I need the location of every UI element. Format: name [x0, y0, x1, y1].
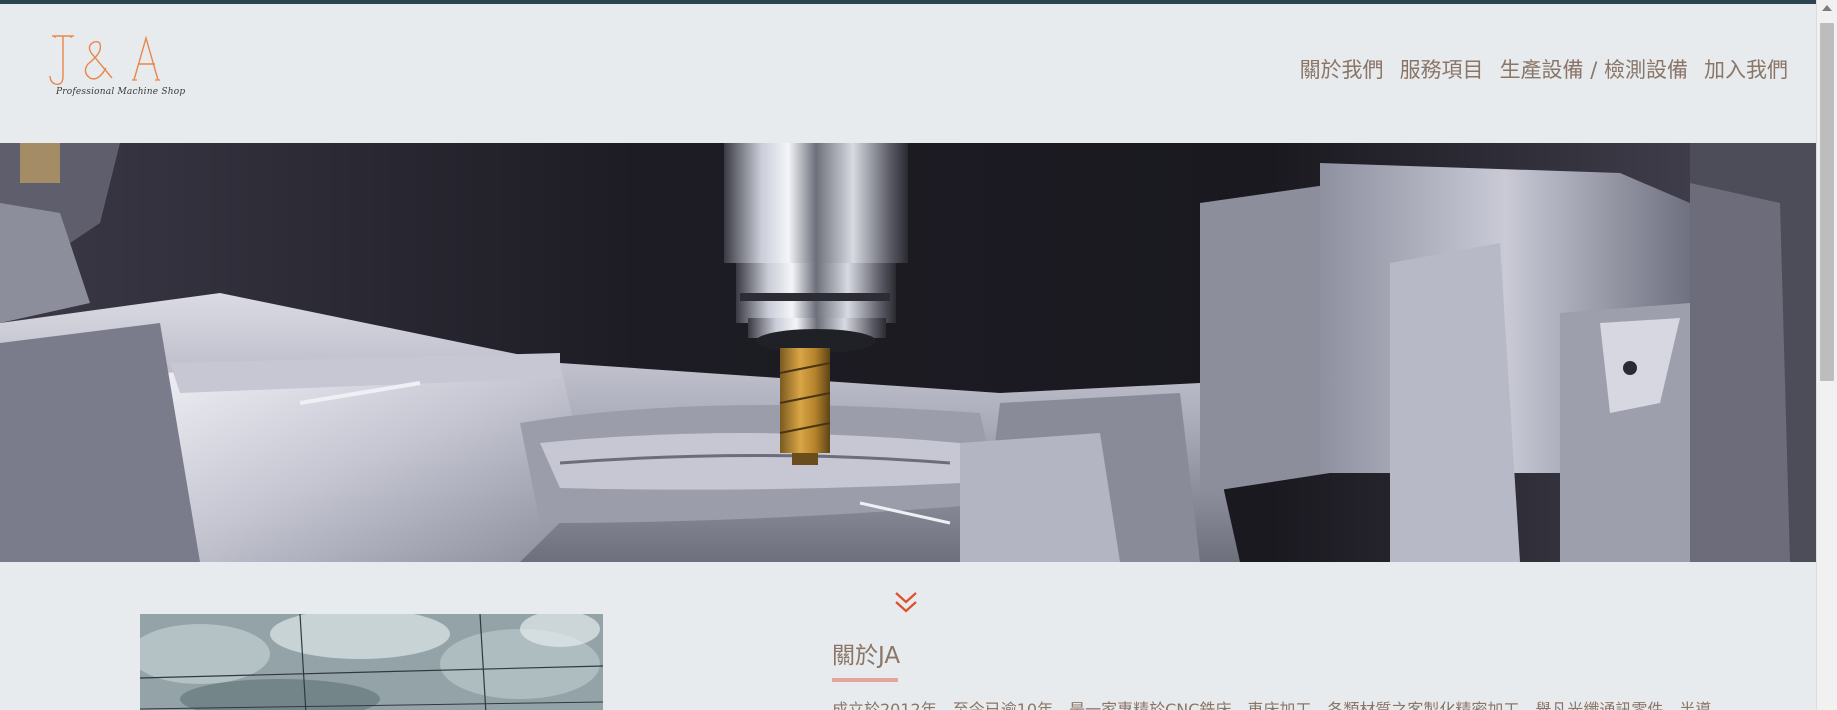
about-image — [140, 614, 603, 710]
main-nav: 關於我們 服務項目 生產設備 / 檢測設備 加入我們 — [1300, 54, 1788, 84]
site-logo[interactable]: Professional Machine Shop — [46, 32, 185, 112]
hero-image — [0, 143, 1816, 562]
scrollbar-thumb[interactable] — [1820, 23, 1834, 381]
page-scrollbar[interactable] — [1816, 0, 1837, 710]
page: Professional Machine Shop 關於我們 服務項目 生產設備… — [0, 4, 1816, 710]
nav-item-join[interactable]: 加入我們 — [1704, 54, 1788, 84]
scroll-up-arrow-icon[interactable] — [1822, 5, 1832, 11]
double-chevron-down-icon[interactable] — [892, 587, 920, 617]
logo-mark-icon — [49, 35, 160, 86]
about-title-underline — [832, 678, 898, 682]
nav-item-services[interactable]: 服務項目 — [1400, 54, 1484, 84]
nav-item-about[interactable]: 關於我們 — [1300, 54, 1384, 84]
about-title: 關於JA — [832, 643, 901, 669]
nav-item-equipment[interactable]: 生產設備 / 檢測設備 — [1500, 54, 1688, 84]
logo-tagline: Professional Machine Shop — [56, 87, 186, 97]
about-body-text: 成立於2012年，至今已逾10年，是一家專精於CNC銑床、車床加工，各類材質之客… — [832, 700, 1712, 710]
